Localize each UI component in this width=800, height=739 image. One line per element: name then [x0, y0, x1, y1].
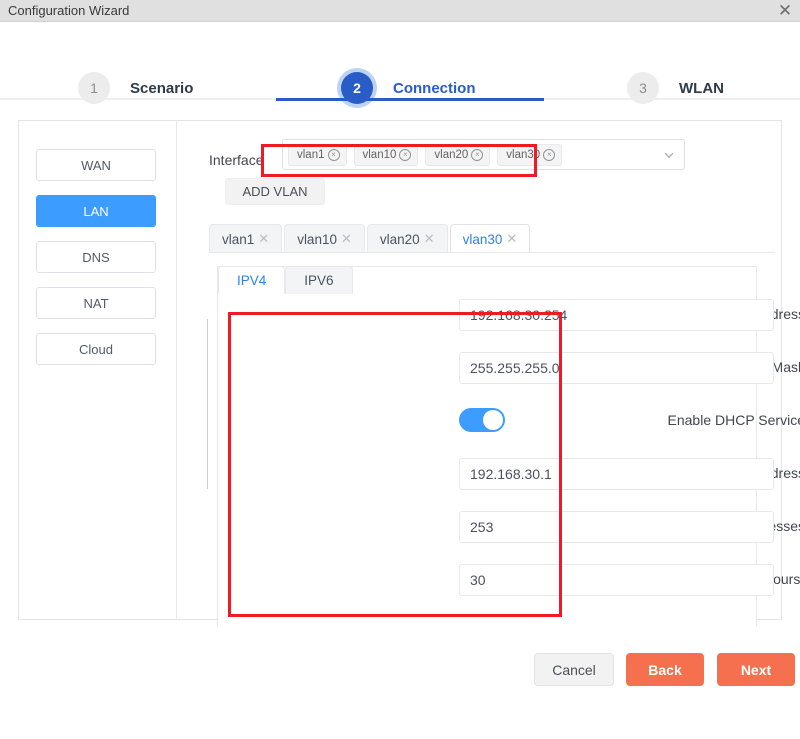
form-row-subnet-mask: Subnet Mask 255.255.255.0 [217, 347, 800, 400]
close-icon[interactable]: ✕ [258, 231, 269, 247]
tab-ipv6-label: IPV6 [304, 273, 334, 288]
ip-version-tab-bar: IPV4 IPV6 [218, 266, 353, 294]
add-vlan-label: ADD VLAN [242, 184, 308, 199]
start-ip-address-input[interactable]: 192.168.30.1 [459, 458, 774, 490]
subnet-mask-input[interactable]: 255.255.255.0 [459, 352, 774, 384]
sidebar-item-lan[interactable]: LAN [36, 195, 156, 227]
lease-time-input[interactable]: 30 [459, 564, 774, 596]
window-title-bar: Configuration Wizard ✕ [0, 0, 800, 22]
sidebar-item-wan-label: WAN [81, 157, 111, 173]
window-title: Configuration Wizard [8, 3, 130, 18]
close-icon[interactable]: ✕ [341, 231, 352, 247]
scroll-region-left-border [207, 319, 208, 489]
back-button-label: Back [648, 661, 682, 678]
remove-icon[interactable]: × [399, 149, 412, 161]
remove-icon[interactable]: × [543, 149, 556, 161]
add-vlan-button[interactable]: ADD VLAN [225, 178, 325, 205]
form-row-enable-dhcp: Enable DHCP Service [217, 400, 800, 453]
tab-ipv6[interactable]: IPV6 [285, 266, 353, 294]
form-row-start-ip-address: *Start IP Address 192.168.30.1 [217, 453, 800, 506]
sidebar-item-cloud-label: Cloud [79, 341, 113, 357]
interface-tag-vlan10[interactable]: vlan10 × [353, 144, 419, 166]
interface-label: Interface [209, 152, 264, 168]
form-row-number-of-addresses: *Number of Addresses 253 [217, 506, 800, 559]
enable-dhcp-toggle[interactable] [459, 408, 505, 432]
tab-vlan30[interactable]: vlan30 ✕ [449, 224, 531, 253]
next-button-label: Next [740, 661, 772, 678]
tab-ipv4-label: IPV4 [237, 272, 267, 288]
vlan-tab-underline [209, 252, 775, 253]
step-scenario-label: Scenario [130, 79, 194, 97]
tab-vlan30-label: vlan30 [462, 231, 503, 247]
close-icon[interactable]: ✕ [424, 231, 435, 247]
lan-content: Interface vlan1 × vlan10 × vlan20 × vlan… [177, 121, 800, 626]
interface-tag-vlan1-label: vlan1 [297, 149, 325, 161]
step-wlan-label: WLAN [679, 79, 724, 97]
sidebar-item-cloud[interactable]: Cloud [36, 333, 156, 365]
form-row-ip-address: IP Address 192.168.30.254 [217, 294, 800, 347]
interface-tag-list: vlan1 × vlan10 × vlan20 × vlan30 × [288, 144, 563, 166]
toggle-knob-icon [483, 410, 503, 430]
sidebar-item-lan-label: LAN [83, 203, 109, 219]
next-button[interactable]: Next [717, 653, 795, 686]
interface-tag-vlan20[interactable]: vlan20 × [425, 144, 491, 166]
sidebar-item-nat[interactable]: NAT [36, 287, 156, 319]
stepper-active-underline [276, 98, 544, 101]
chevron-down-icon[interactable] [663, 149, 675, 161]
remove-icon[interactable]: × [471, 149, 484, 161]
ip-address-input[interactable]: 192.168.30.254 [459, 299, 774, 331]
form-row-lease-time: *Lease Time (hours) 30 [217, 559, 800, 612]
tab-vlan1-label: vlan1 [222, 231, 255, 247]
interface-tag-vlan30[interactable]: vlan30 × [497, 144, 563, 166]
cancel-button[interactable]: Cancel [534, 653, 614, 686]
lan-ipv4-form: IP Address 192.168.30.254 Subnet Mask 25… [217, 294, 800, 612]
number-of-addresses-input[interactable]: 253 [459, 511, 774, 543]
sidebar-item-wan[interactable]: WAN [36, 149, 156, 181]
tab-vlan10[interactable]: vlan10 ✕ [284, 224, 365, 253]
sidebar-item-nat-label: NAT [83, 295, 109, 311]
configuration-panel: WAN LAN DNS NAT Cloud Interface vlan1 × … [18, 120, 800, 626]
close-icon[interactable]: ✕ [506, 231, 517, 247]
back-button[interactable]: Back [626, 653, 704, 686]
cancel-button-label: Cancel [552, 661, 596, 678]
interface-tag-vlan30-label: vlan30 [506, 149, 541, 161]
wizard-stepper: 1 Scenario 2 Connection 3 WLAN [0, 22, 800, 104]
step-connection-label: Connection [393, 79, 476, 97]
interface-tag-vlan20-label: vlan20 [434, 149, 469, 161]
tab-vlan10-label: vlan10 [297, 231, 337, 247]
sidebar-item-dns-label: DNS [82, 249, 110, 265]
interface-tag-vlan1[interactable]: vlan1 × [288, 144, 347, 166]
close-icon[interactable]: ✕ [774, 1, 796, 21]
remove-icon[interactable]: × [327, 149, 340, 161]
tab-vlan20[interactable]: vlan20 ✕ [366, 224, 448, 253]
vlan-tab-bar: vlan1 ✕ vlan10 ✕ vlan20 ✕ vlan30 ✕ [209, 224, 775, 253]
tab-vlan1[interactable]: vlan1 ✕ [209, 224, 283, 253]
tab-ipv4[interactable]: IPV4 [218, 266, 286, 294]
tab-vlan20-label: vlan20 [379, 231, 420, 247]
enable-dhcp-label: Enable DHCP Service [667, 412, 800, 428]
connection-sidebar: WAN LAN DNS NAT Cloud [19, 121, 177, 619]
interface-tag-vlan10-label: vlan10 [362, 149, 397, 161]
wizard-footer: Cancel Back Next [0, 640, 800, 702]
interface-select[interactable]: vlan1 × vlan10 × vlan20 × vlan30 × [282, 139, 685, 170]
sidebar-item-dns[interactable]: DNS [36, 241, 156, 273]
